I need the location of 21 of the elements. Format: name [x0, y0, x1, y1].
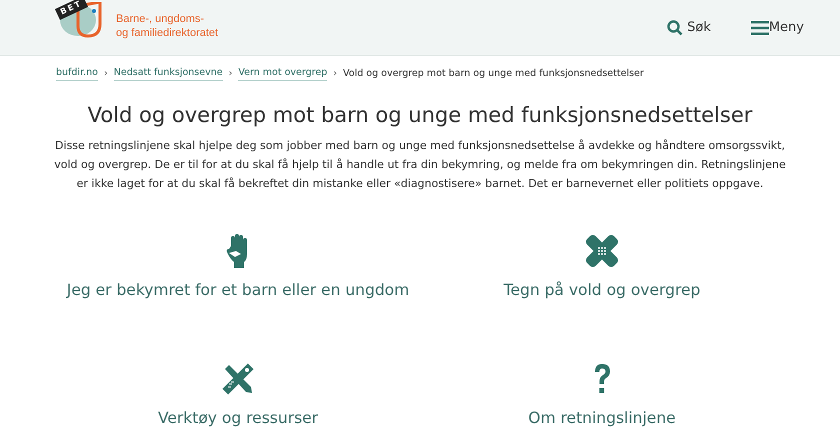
card-link[interactable]: Verktøy og ressurser — [158, 406, 318, 430]
breadcrumb-link[interactable]: Nedsatt funksjonsevne — [114, 66, 223, 82]
search-button[interactable]: Søk — [667, 18, 711, 38]
search-icon — [667, 20, 684, 36]
breadcrumb-separator: › — [333, 66, 338, 80]
card-link[interactable]: Jeg er bekymret for et barn eller en ungdom — [66, 279, 410, 303]
page-title: Vold og overgrep mot barn og unge med funksjonsnedsettelser — [86, 103, 754, 128]
card-link[interactable]: Tegn på vold og overgrep — [504, 279, 700, 303]
breadcrumb-link[interactable]: Vern mot overgrep — [238, 66, 328, 82]
hand-icon — [226, 234, 250, 268]
breadcrumb-current: Vold og overgrep mot barn og unge med funksjonsnedsettelser — [343, 66, 644, 80]
logo-text: Barne-, ungdoms- — [116, 12, 206, 26]
menu-button[interactable]: Meny — [750, 18, 804, 38]
card-link[interactable]: Om retningslinjene — [528, 406, 676, 430]
breadcrumb-separator: › — [228, 66, 232, 80]
breadcrumb-link[interactable]: bufdir.no — [56, 66, 98, 82]
breadcrumb-separator: › — [104, 66, 108, 80]
logo-text: og familiedirektoratet — [116, 26, 218, 40]
question-icon — [593, 362, 611, 395]
intro-paragraph: Disse retningslinjene skal hjelpe deg som jobber med barn og unge med funksjonsnedsettelse å avdekke og håndtere omsorgssvikt, vold og overgrep. De er til for at du skal få hjelp til å handle ut fra din bekymring, og melde fra om bekymringen din. Retningslinjene er ikke laget for at du skal få bekreftet din mistanke eller «diagnostisere» barnet. Det er barnevernet eller politiets oppgave. — [53, 138, 787, 192]
menu-icon — [750, 20, 769, 34]
